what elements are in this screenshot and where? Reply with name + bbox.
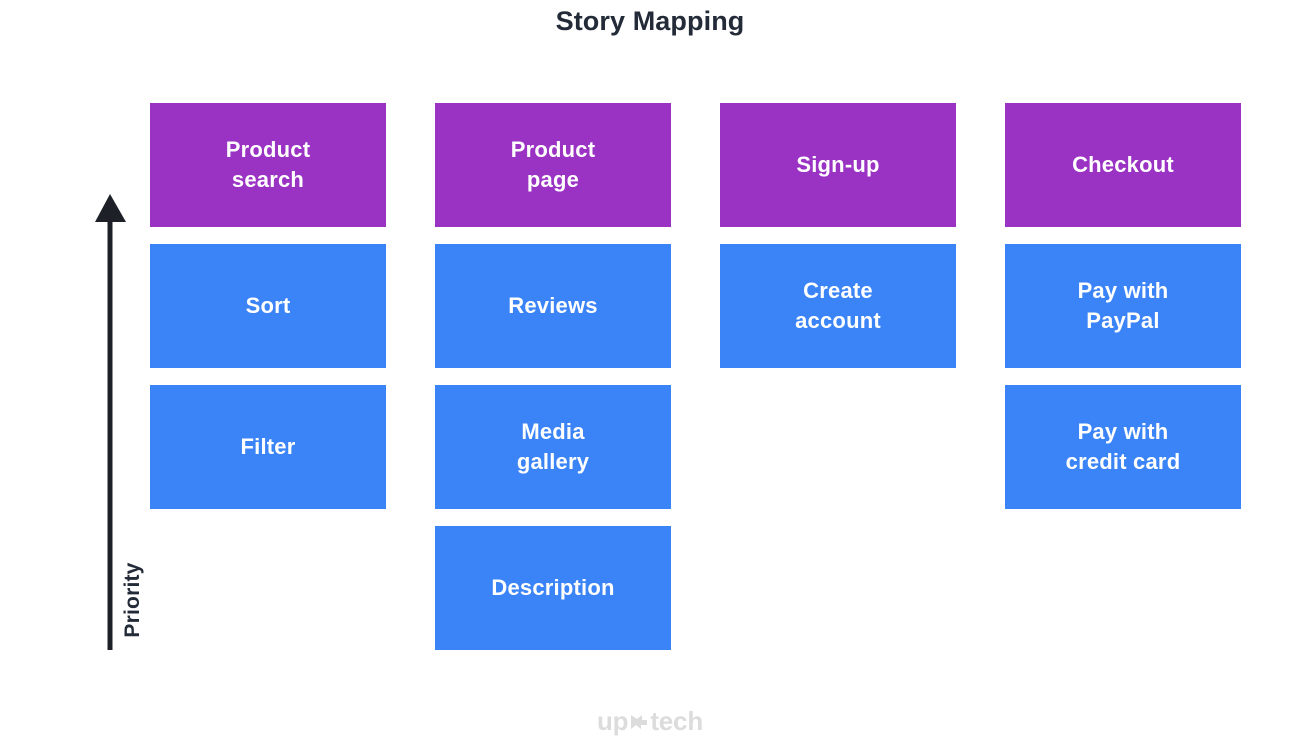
logo-text-right: tech (650, 706, 704, 736)
column-sign-up: Sign-up Create account (720, 103, 956, 368)
priority-axis-label: Priority (121, 562, 144, 638)
card-pay-with-credit-card[interactable]: Pay with credit card (1005, 385, 1241, 509)
page-title: Story Mapping (555, 6, 745, 36)
column-product-page: Product page Reviews Media gallery Descr… (435, 103, 671, 650)
uptech-logo: up tech (0, 706, 1300, 736)
card-sort[interactable]: Sort (150, 244, 386, 368)
column-checkout: Checkout Pay with PayPal Pay with credit… (1005, 103, 1241, 509)
card-checkout[interactable]: Checkout (1005, 103, 1241, 227)
story-mapping-canvas: Story Mapping Priority Product search So… (0, 0, 1300, 741)
logo-text-left: up (596, 706, 629, 736)
card-product-search[interactable]: Product search (150, 103, 386, 227)
card-product-page[interactable]: Product page (435, 103, 671, 227)
arrow-dart-icon (629, 711, 649, 733)
priority-axis: Priority (95, 190, 144, 655)
card-sign-up[interactable]: Sign-up (720, 103, 956, 227)
card-pay-with-paypal[interactable]: Pay with PayPal (1005, 244, 1241, 368)
card-media-gallery[interactable]: Media gallery (435, 385, 671, 509)
column-product-search: Product search Sort Filter (150, 103, 386, 509)
card-create-account[interactable]: Create account (720, 244, 956, 368)
card-filter[interactable]: Filter (150, 385, 386, 509)
card-description[interactable]: Description (435, 526, 671, 650)
card-reviews[interactable]: Reviews (435, 244, 671, 368)
story-map-grid: Product search Sort Filter Product page … (150, 103, 1244, 650)
